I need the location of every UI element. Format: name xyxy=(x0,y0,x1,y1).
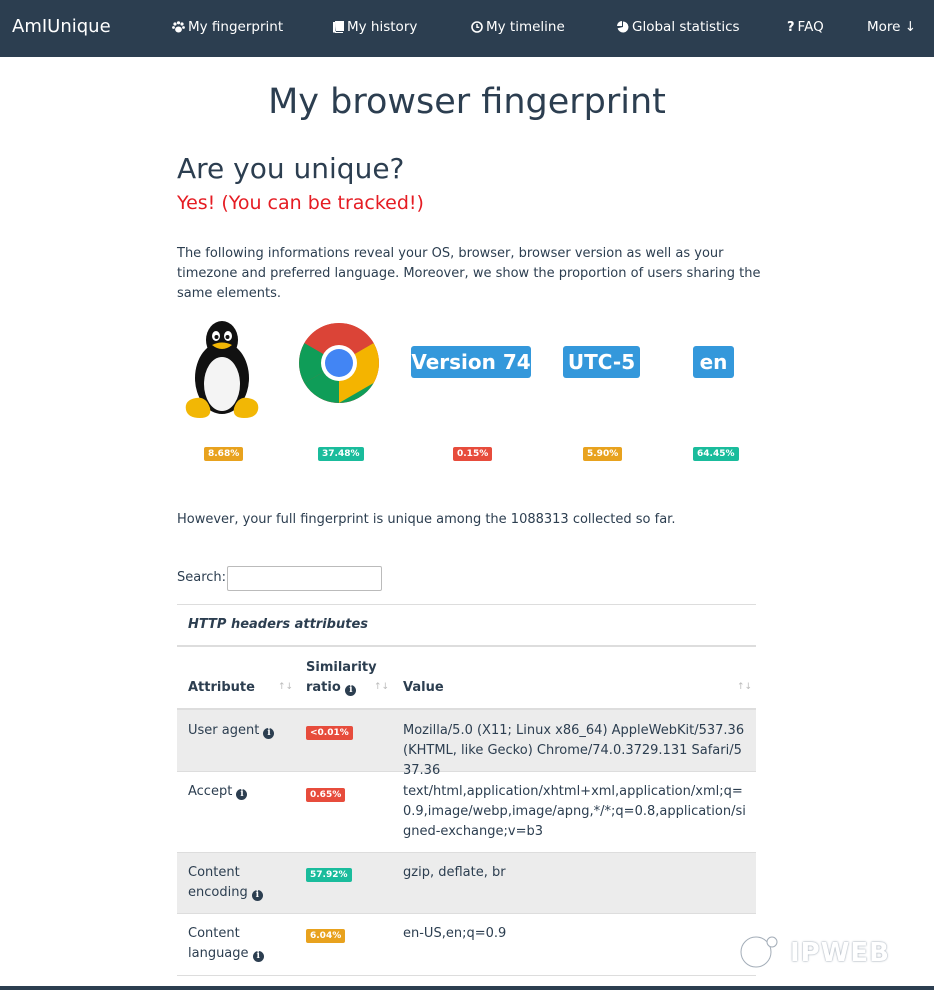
uniqueness-answer: Yes! (You can be tracked!) xyxy=(177,192,424,214)
search-input[interactable] xyxy=(227,566,382,591)
page-title: My browser fingerprint xyxy=(268,82,666,122)
similarity-badge: <0.01% xyxy=(306,726,353,740)
attribute-name: Accept xyxy=(188,784,233,799)
nav-more-dropdown[interactable]: More ↓ xyxy=(867,19,916,35)
watermark: IPWEB xyxy=(736,930,890,976)
sort-icon[interactable]: ↑↓ xyxy=(278,682,293,692)
attribute-cell: Accept i xyxy=(188,782,248,802)
info-icon[interactable]: i xyxy=(252,951,264,962)
book-icon xyxy=(333,21,344,33)
nav-my-fingerprint[interactable]: My fingerprint xyxy=(172,19,283,35)
timezone-label: UTC-5 xyxy=(563,346,640,378)
nav-faq[interactable]: ? FAQ xyxy=(787,19,824,35)
language-label: en xyxy=(693,346,734,378)
browser-percent-badge: 37.48% xyxy=(318,447,364,461)
paw-icon xyxy=(172,21,185,33)
column-header-similarity[interactable]: Similarity ratio i xyxy=(306,658,377,698)
section-divider-bottom xyxy=(177,645,756,647)
uniqueness-summary: However, your full fingerprint is unique… xyxy=(177,512,676,527)
attribute-cell: Content encoding i xyxy=(188,863,278,903)
header-label: Value xyxy=(403,680,444,695)
watermark-logo-icon xyxy=(738,934,778,970)
header-label: Similarity ratio xyxy=(306,660,377,695)
similarity-badge: 6.04% xyxy=(306,929,346,943)
info-icon[interactable]: i xyxy=(263,728,275,739)
nav-global-statistics[interactable]: Global statistics xyxy=(617,19,740,35)
timezone-percent-badge: 5.90% xyxy=(583,447,623,461)
nav-label: FAQ xyxy=(797,19,824,35)
uniqueness-question: Are you unique? xyxy=(177,152,405,185)
clock-icon xyxy=(471,21,483,33)
info-icon[interactable]: i xyxy=(251,890,263,901)
info-icon[interactable]: i xyxy=(345,685,357,696)
value-cell: gzip, deflate, br xyxy=(403,865,506,880)
attribute-name: Content encoding xyxy=(188,865,248,900)
similarity-badge: 0.65% xyxy=(306,788,346,802)
pie-chart-icon xyxy=(617,21,629,33)
watermark-text: IPWEB xyxy=(790,938,890,968)
table-row: Accept i 0.65% text/html,application/xht… xyxy=(177,772,756,853)
linux-tux-icon xyxy=(178,318,266,426)
nav-label: My timeline xyxy=(486,19,565,35)
os-percent-badge: 8.68% xyxy=(204,447,244,461)
header-label: Attribute xyxy=(188,680,255,695)
value-cell: text/html,application/xhtml+xml,applicat… xyxy=(403,784,746,839)
section-divider-top xyxy=(177,604,756,605)
sort-icon[interactable]: ↑↓ xyxy=(374,682,389,692)
section-title: HTTP headers attributes xyxy=(188,617,369,632)
column-header-value[interactable]: Value xyxy=(403,678,444,698)
attribute-cell: User agent i xyxy=(188,721,275,741)
chrome-icon xyxy=(298,322,380,408)
version-percent-badge: 0.15% xyxy=(453,447,493,461)
table-row: User agent i <0.01% Mozilla/5.0 (X11; Li… xyxy=(177,710,756,778)
language-percent-badge: 64.45% xyxy=(693,447,739,461)
table-row: Content language i 6.04% en-US,en;q=0.9 xyxy=(177,914,756,976)
attribute-name: User agent xyxy=(188,723,260,738)
nav-label: Global statistics xyxy=(632,19,740,35)
table-row: Content encoding i 57.92% gzip, deflate,… xyxy=(177,853,756,914)
column-header-attribute[interactable]: Attribute xyxy=(188,678,255,698)
intro-paragraph: The following informations reveal your O… xyxy=(177,246,761,301)
attribute-name: Content language xyxy=(188,926,249,961)
top-navbar: AmIUnique My fingerprint My history My t… xyxy=(0,0,934,57)
browser-version-label: Version 74 xyxy=(411,346,531,378)
attribute-cell: Content language i xyxy=(188,924,278,964)
value-cell: en-US,en;q=0.9 xyxy=(403,926,507,941)
similarity-badge: 57.92% xyxy=(306,868,352,882)
brand-link[interactable]: AmIUnique xyxy=(12,16,111,37)
bottom-bar xyxy=(0,986,934,990)
question-icon: ? xyxy=(787,19,795,35)
info-icon[interactable]: i xyxy=(236,789,248,800)
nav-my-timeline[interactable]: My timeline xyxy=(471,19,565,35)
nav-label: More ↓ xyxy=(867,19,917,35)
search-label: Search: xyxy=(177,570,227,585)
sort-icon[interactable]: ↑↓ xyxy=(737,682,752,692)
nav-label: My history xyxy=(347,19,418,35)
nav-my-history[interactable]: My history xyxy=(333,19,417,35)
nav-label: My fingerprint xyxy=(188,19,284,35)
